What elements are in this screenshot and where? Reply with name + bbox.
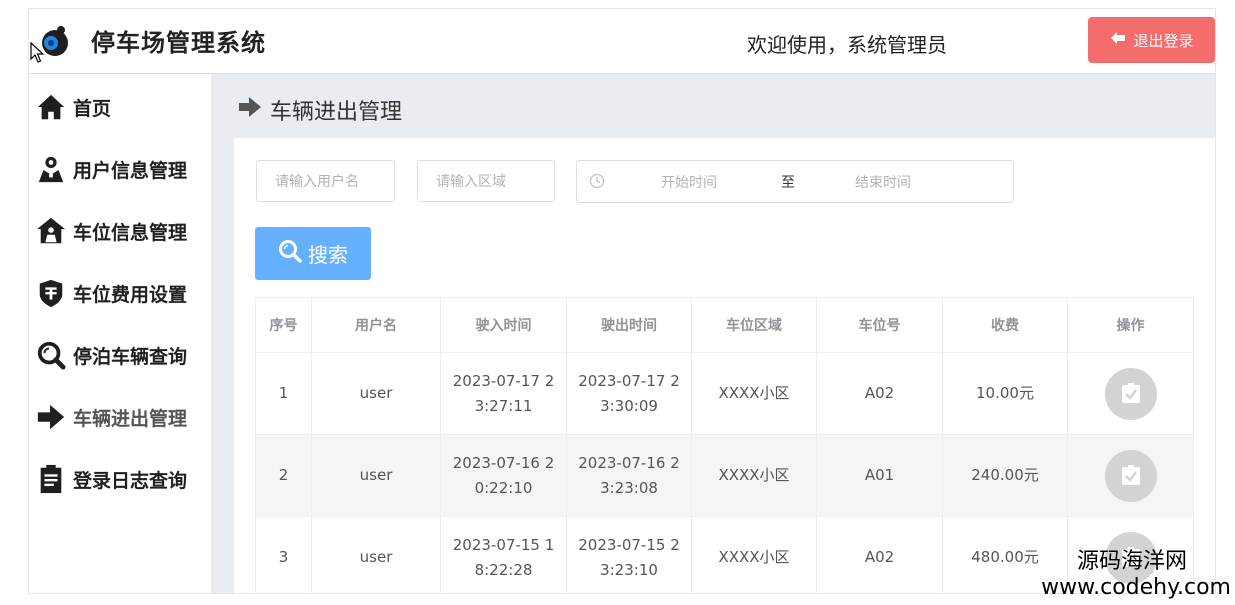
logout-icon [1109, 29, 1127, 51]
column-header: 车位号 [816, 297, 943, 353]
date-range-picker[interactable]: 开始时间 至 结束时间 [576, 160, 1014, 203]
user-icon [35, 153, 67, 185]
content-panel: 请输入用户名 请输入区域 开始时间 至 结束时间 搜索 序号 用户名 驶入时间 … [234, 138, 1215, 593]
app-window: 停车场管理系统 欢迎使用，系统管理员 退出登录 首页 用户信息管理 车位信息管理… [28, 8, 1216, 594]
arrow-right-icon [238, 95, 262, 125]
cell-username: user [311, 352, 441, 435]
start-time-input[interactable]: 开始时间 [661, 172, 717, 192]
logout-button[interactable]: 退出登录 [1088, 17, 1215, 63]
arrow-right-icon [35, 401, 67, 433]
cell-index: 2 [255, 434, 312, 517]
clock-icon [589, 173, 605, 189]
mouse-cursor-icon [30, 42, 45, 63]
cell-space: A02 [816, 352, 943, 435]
username-placeholder: 请输入用户名 [275, 174, 359, 190]
username-input[interactable]: 请输入用户名 [256, 160, 395, 202]
sidebar-item-label: 首页 [73, 97, 112, 120]
table-row: 1 user 2023-07-17 23:27:11 2023-07-17 23… [255, 352, 1194, 435]
cell-area: XXXX小区 [691, 352, 817, 435]
cell-username: user [311, 516, 441, 593]
watermark-line1: 源码海洋网 [1076, 549, 1187, 574]
cell-fee: 240.00元 [942, 434, 1068, 517]
cell-in-time: 2023-07-15 18:22:28 [452, 535, 555, 579]
checkout-action-button[interactable] [1104, 449, 1157, 502]
cell-out-time: 2023-07-16 23:23:08 [578, 453, 680, 497]
sidebar: 首页 用户信息管理 车位信息管理 车位费用设置 停泊车辆查询 车辆进出管理 登录… [29, 74, 212, 593]
building-icon [35, 215, 67, 247]
sidebar-item-vehicle-inout[interactable]: 车辆进出管理 [35, 397, 187, 437]
column-header: 用户名 [311, 297, 441, 353]
sidebar-item-label: 登录日志查询 [73, 469, 188, 492]
cell-out-time: 2023-07-17 23:30:09 [578, 371, 680, 415]
sidebar-item-fees[interactable]: 车位费用设置 [35, 273, 187, 313]
shield-money-icon [35, 277, 67, 309]
column-header: 操作 [1067, 297, 1194, 353]
area-input[interactable]: 请输入区域 [417, 160, 555, 202]
welcome-text: 欢迎使用，系统管理员 [747, 33, 947, 57]
column-header: 收费 [942, 297, 1068, 353]
sidebar-item-spaces[interactable]: 车位信息管理 [35, 211, 187, 251]
cell-out-time: 2023-07-15 23:23:10 [578, 535, 680, 579]
cell-in-time: 2023-07-16 20:22:10 [452, 453, 555, 497]
sidebar-item-label: 车位信息管理 [73, 221, 188, 244]
check-doc-icon [1121, 382, 1140, 403]
cell-in-time: 2023-07-17 23:27:11 [452, 371, 555, 415]
search-icon [278, 239, 302, 268]
cell-fee: 10.00元 [942, 352, 1068, 435]
page-title-text: 车辆进出管理 [270, 100, 403, 125]
search-label: 搜索 [308, 243, 348, 267]
sidebar-item-home[interactable]: 首页 [35, 87, 111, 127]
checkout-action-button[interactable] [1104, 367, 1157, 420]
range-separator: 至 [781, 174, 795, 191]
page-title: 车辆进出管理 [238, 94, 402, 126]
column-header: 驶出时间 [566, 297, 692, 353]
cell-space: A02 [816, 516, 943, 593]
search-button[interactable]: 搜索 [255, 227, 371, 280]
end-time-input[interactable]: 结束时间 [855, 172, 911, 192]
sidebar-item-users[interactable]: 用户信息管理 [35, 149, 187, 189]
column-header: 车位区域 [691, 297, 817, 353]
cell-area: XXXX小区 [691, 434, 817, 517]
cell-area: XXXX小区 [691, 516, 817, 593]
clipboard-icon [35, 463, 67, 495]
sidebar-item-login-logs[interactable]: 登录日志查询 [35, 459, 187, 499]
cell-space: A01 [816, 434, 943, 517]
column-header: 驶入时间 [440, 297, 567, 353]
table-header-row: 序号 用户名 驶入时间 驶出时间 车位区域 车位号 收费 操作 [255, 297, 1194, 353]
cell-username: user [311, 434, 441, 517]
watermark: 源码海洋网 www.codehy.com [1041, 549, 1231, 601]
main-content: 车辆进出管理 请输入用户名 请输入区域 开始时间 至 结束时间 搜索 序号 用户… [212, 74, 1215, 593]
logout-label: 退出登录 [1133, 31, 1194, 50]
cell-index: 3 [255, 516, 312, 593]
check-doc-icon [1121, 464, 1140, 485]
table-row: 2 user 2023-07-16 20:22:10 2023-07-16 23… [255, 434, 1194, 517]
watermark-line2: www.codehy.com [1041, 575, 1231, 600]
sidebar-item-label: 用户信息管理 [73, 159, 188, 182]
cell-index: 1 [255, 352, 312, 435]
sidebar-item-label: 车位费用设置 [73, 283, 188, 306]
sidebar-item-label: 车辆进出管理 [73, 407, 188, 430]
sidebar-item-label: 停泊车辆查询 [73, 345, 188, 368]
home-icon [35, 91, 67, 123]
column-header: 序号 [255, 297, 312, 353]
app-title: 停车场管理系统 [91, 29, 266, 57]
sidebar-item-parked[interactable]: 停泊车辆查询 [35, 335, 187, 375]
top-header: 停车场管理系统 欢迎使用，系统管理员 退出登录 [29, 9, 1215, 74]
search-icon [35, 339, 67, 371]
area-placeholder: 请输入区域 [436, 174, 506, 190]
